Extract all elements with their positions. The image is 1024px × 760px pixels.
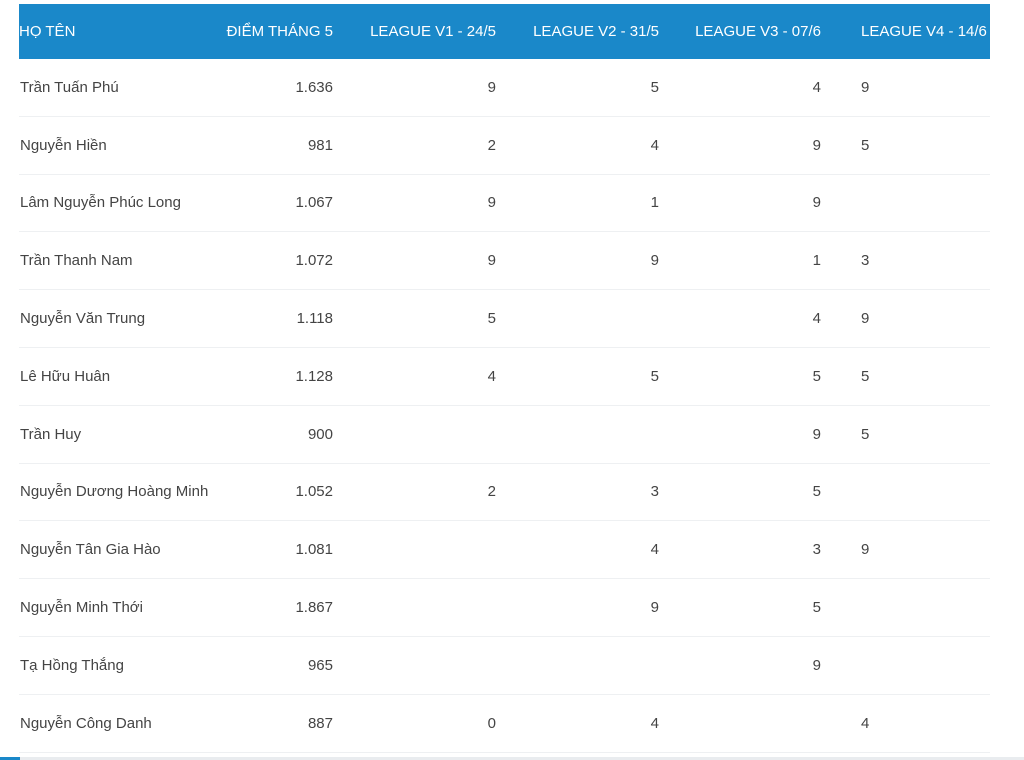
page: HỌ TÊN ĐIỂM THÁNG 5 LEAGUE V1 - 24/5 LEA… (0, 0, 1024, 760)
cell-league-v4 (821, 175, 990, 233)
table-body: Trần Tuấn Phú 1.636 9 5 4 9 Nguyễn Hiền 981 2 4 9 5… (19, 59, 990, 753)
cell-league-v4: 9 (821, 521, 990, 580)
cell-league-v4: 9 (821, 59, 990, 117)
table-row: Nguyễn Tân Gia Hào 1.081 4 3 9 (19, 521, 990, 580)
cell-league-v3: 5 (659, 579, 821, 637)
cell-league-v3: 9 (659, 637, 821, 695)
cell-name: Nguyễn Minh Thới (19, 579, 212, 637)
cell-score: 1.118 (212, 290, 333, 348)
cell-league-v2 (496, 290, 659, 348)
cell-league-v3 (659, 695, 821, 753)
cell-score: 965 (212, 637, 333, 695)
cell-score: 1.052 (212, 464, 333, 522)
cell-league-v4 (821, 637, 990, 695)
cell-league-v4 (821, 579, 990, 637)
cell-league-v4 (821, 464, 990, 522)
cell-league-v1: 2 (333, 464, 496, 522)
cell-league-v2: 4 (496, 117, 659, 175)
cell-league-v1: 2 (333, 117, 496, 175)
header-league-v4[interactable]: LEAGUE V4 - 14/6 (821, 4, 990, 59)
cell-name: Nguyễn Công Danh (19, 695, 212, 753)
cell-league-v3: 5 (659, 464, 821, 522)
table-row: Tạ Hồng Thắng 965 9 (19, 637, 990, 695)
cell-league-v1 (333, 637, 496, 695)
cell-league-v4: 5 (821, 348, 990, 406)
cell-league-v1 (333, 406, 496, 464)
cell-score: 1.636 (212, 59, 333, 117)
cell-league-v2: 4 (496, 695, 659, 753)
cell-league-v4: 5 (821, 117, 990, 175)
cell-league-v2: 9 (496, 232, 659, 291)
cell-league-v1: 5 (333, 290, 496, 348)
cell-score: 1.067 (212, 175, 333, 233)
cell-league-v4: 5 (821, 406, 990, 464)
cell-league-v4: 4 (821, 695, 990, 753)
cell-league-v3: 9 (659, 175, 821, 233)
cell-league-v1: 0 (333, 695, 496, 753)
cell-name: Nguyễn Tân Gia Hào (19, 521, 212, 580)
cell-league-v1: 9 (333, 59, 496, 117)
cell-league-v2: 5 (496, 59, 659, 117)
cell-name: Trần Tuấn Phú (19, 59, 212, 117)
cell-league-v1: 4 (333, 348, 496, 406)
cell-league-v2: 3 (496, 464, 659, 522)
cell-score: 1.128 (212, 348, 333, 406)
header-name[interactable]: HỌ TÊN (19, 4, 212, 59)
cell-league-v4: 9 (821, 290, 990, 348)
cell-score: 887 (212, 695, 333, 753)
cell-league-v2: 5 (496, 348, 659, 406)
cell-league-v1 (333, 521, 496, 580)
table-row: Trần Thanh Nam 1.072 9 9 1 3 (19, 232, 990, 291)
cell-score: 1.867 (212, 579, 333, 637)
table-row: Trần Huy 900 9 5 (19, 406, 990, 464)
cell-league-v2: 1 (496, 175, 659, 233)
header-league-v1[interactable]: LEAGUE V1 - 24/5 (333, 4, 496, 59)
cell-score: 1.072 (212, 232, 333, 291)
cell-name: Tạ Hồng Thắng (19, 637, 212, 695)
cell-name: Trần Thanh Nam (19, 232, 212, 291)
header-score[interactable]: ĐIỂM THÁNG 5 (212, 4, 333, 59)
cell-league-v3: 5 (659, 348, 821, 406)
header-league-v2[interactable]: LEAGUE V2 - 31/5 (496, 4, 659, 59)
cell-league-v2 (496, 406, 659, 464)
cell-league-v3: 9 (659, 117, 821, 175)
cell-name: Nguyễn Dương Hoàng Minh (19, 464, 212, 522)
table-row: Lê Hữu Huân 1.128 4 5 5 5 (19, 348, 990, 406)
cell-score: 900 (212, 406, 333, 464)
league-score-table: HỌ TÊN ĐIỂM THÁNG 5 LEAGUE V1 - 24/5 LEA… (19, 4, 990, 753)
table-row: Nguyễn Minh Thới 1.867 9 5 (19, 579, 990, 637)
table-row: Nguyễn Hiền 981 2 4 9 5 (19, 117, 990, 175)
cell-league-v1: 9 (333, 232, 496, 291)
cell-name: Nguyễn Văn Trung (19, 290, 212, 348)
cell-league-v3: 1 (659, 232, 821, 291)
table-row: Lâm Nguyễn Phúc Long 1.067 9 1 9 (19, 175, 990, 233)
table-row: Nguyễn Dương Hoàng Minh 1.052 2 3 5 (19, 464, 990, 522)
cell-league-v1: 9 (333, 175, 496, 233)
cell-league-v3: 3 (659, 521, 821, 580)
table-row: Nguyễn Văn Trung 1.118 5 4 9 (19, 290, 990, 348)
table-header-row: HỌ TÊN ĐIỂM THÁNG 5 LEAGUE V1 - 24/5 LEA… (19, 4, 990, 59)
cell-league-v4: 3 (821, 232, 990, 291)
table-row: Trần Tuấn Phú 1.636 9 5 4 9 (19, 59, 990, 117)
cell-name: Trần Huy (19, 406, 212, 464)
cell-league-v2 (496, 637, 659, 695)
cell-score: 1.081 (212, 521, 333, 580)
cell-league-v3: 9 (659, 406, 821, 464)
cell-name: Lâm Nguyễn Phúc Long (19, 175, 212, 233)
cell-name: Lê Hữu Huân (19, 348, 212, 406)
cell-name: Nguyễn Hiền (19, 117, 212, 175)
cell-league-v3: 4 (659, 290, 821, 348)
table-row: Nguyễn Công Danh 887 0 4 4 (19, 695, 990, 753)
cell-league-v1 (333, 579, 496, 637)
cell-score: 981 (212, 117, 333, 175)
header-league-v3[interactable]: LEAGUE V3 - 07/6 (659, 4, 821, 59)
cell-league-v2: 9 (496, 579, 659, 637)
cell-league-v2: 4 (496, 521, 659, 580)
cell-league-v3: 4 (659, 59, 821, 117)
